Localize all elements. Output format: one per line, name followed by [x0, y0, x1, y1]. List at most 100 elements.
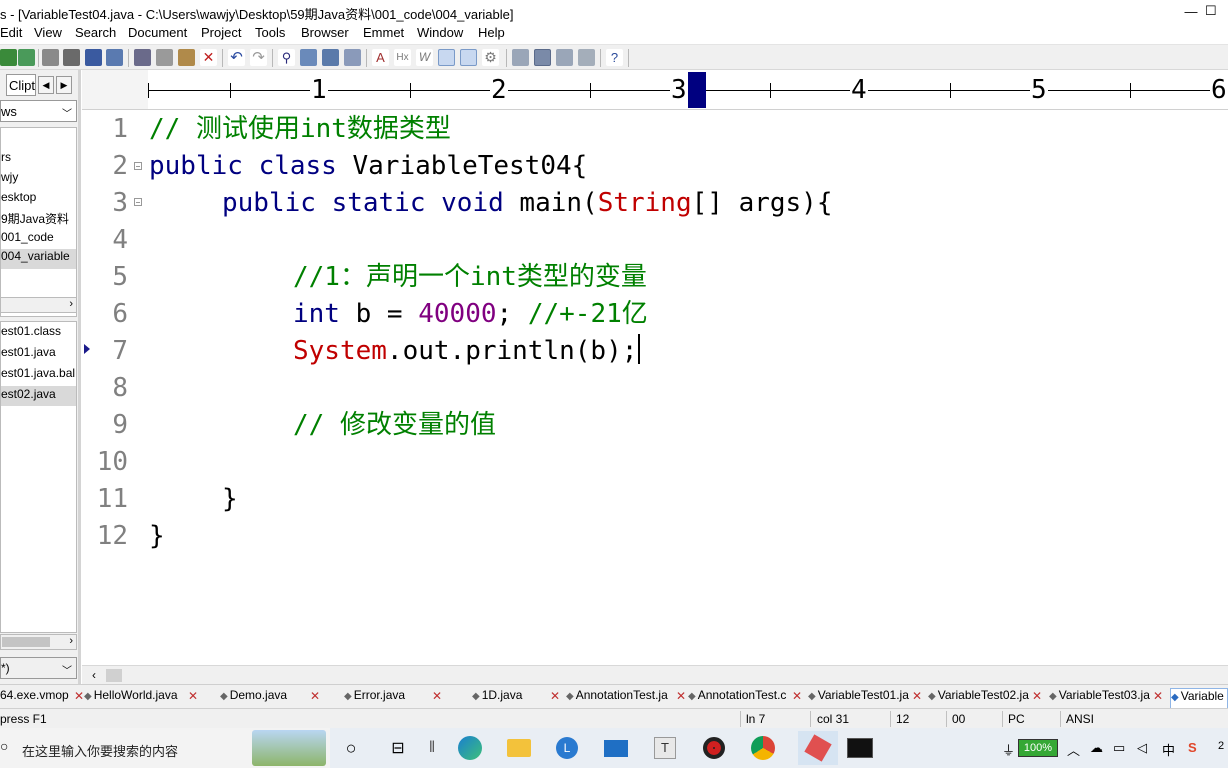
save-icon[interactable] [0, 49, 17, 66]
power-plug-icon[interactable]: ⏚ [1002, 740, 1015, 759]
paste-icon[interactable] [178, 49, 195, 66]
widgets-icon[interactable]: ⊟ [384, 734, 412, 762]
word-wrap-icon[interactable]: W [416, 49, 433, 66]
goto-icon[interactable] [344, 49, 361, 66]
menu-window[interactable]: Window [417, 25, 463, 40]
menu-tools[interactable]: Tools [255, 25, 285, 40]
network-icon[interactable]: ☁ [1090, 740, 1103, 756]
text-editor-icon[interactable]: T [651, 734, 679, 762]
chevron-right-icon[interactable]: › [69, 635, 73, 647]
terminal-icon[interactable] [846, 734, 874, 762]
menu-edit[interactable]: Edit [0, 25, 22, 40]
copy-icon[interactable] [156, 49, 173, 66]
panel-icon[interactable] [512, 49, 529, 66]
file-list-item[interactable]: est01.java [1, 345, 56, 359]
chevron-up-icon[interactable]: ︿ [1067, 740, 1080, 759]
clock-fragment[interactable]: 2 [1218, 740, 1224, 752]
document-tab-active[interactable]: ◆ Variable [1170, 688, 1228, 708]
close-icon[interactable]: ✕ [912, 689, 922, 703]
scroll-thumb[interactable] [2, 637, 50, 647]
document-tab[interactable]: ◆ 1D.java ✕ [472, 688, 564, 708]
mail-icon[interactable] [602, 734, 630, 762]
task-view-icon[interactable]: ○ [337, 734, 365, 762]
tab-cliptext[interactable]: Clipt [6, 74, 36, 96]
document-tab[interactable]: ◆ AnnotationTest.ja [566, 688, 686, 708]
menu-project[interactable]: Project [201, 25, 241, 40]
file-list-item[interactable]: est01.java.bal [1, 366, 75, 380]
document-tab[interactable]: ◆ Error.java ✕ [344, 688, 448, 708]
close-icon[interactable]: ✕ [188, 689, 198, 703]
tree-item[interactable]: wjy [1, 170, 18, 184]
document-tab[interactable]: ◆ HelloWorld.java ✕ [84, 688, 202, 708]
tree-item[interactable]: rs [1, 150, 11, 164]
replace-icon[interactable] [300, 49, 317, 66]
file-explorer-icon[interactable] [505, 734, 533, 762]
hex-icon[interactable]: Hx [394, 49, 411, 66]
document-tab[interactable]: ◆ Demo.java ✕ [220, 688, 326, 708]
save-all-icon[interactable] [18, 49, 35, 66]
sogou-icon[interactable]: S [1188, 740, 1197, 755]
tree-panel-icon[interactable] [534, 49, 551, 66]
file-list-item-selected[interactable]: est02.java [1, 386, 76, 406]
sync-icon[interactable] [106, 49, 123, 66]
code-editor[interactable]: 1 2 3 4 5 6 7 8 9 10 11 12 // 测试使用int数据类… [82, 111, 1228, 665]
output-panel-icon[interactable] [556, 49, 573, 66]
font-icon[interactable]: A [372, 49, 389, 66]
app-l-icon[interactable]: L [553, 734, 581, 762]
tree-item[interactable]: 001_code [1, 230, 54, 244]
menu-document[interactable]: Document [128, 25, 187, 40]
close-icon[interactable]: ✕ [1032, 689, 1042, 703]
chrome-icon[interactable] [749, 734, 777, 762]
maximize-button[interactable]: ☐ [1205, 0, 1228, 22]
document-tab[interactable]: ◆ VariableTest03.ja ✕ [1049, 688, 1167, 708]
close-icon[interactable]: ✕ [432, 689, 442, 703]
document-tab[interactable]: 64.exe.vmop ✕ [0, 688, 84, 708]
menu-view[interactable]: View [34, 25, 62, 40]
fold-toggle[interactable] [134, 198, 142, 206]
spellcheck-icon[interactable] [85, 49, 102, 66]
cut-icon[interactable] [134, 49, 151, 66]
record-icon[interactable] [700, 734, 728, 762]
menu-search[interactable]: Search [75, 25, 116, 40]
redo-icon[interactable]: ↷ [250, 49, 267, 66]
file-list-item[interactable]: est01.class [1, 324, 61, 338]
menu-browser[interactable]: Browser [301, 25, 349, 40]
print-preview-icon[interactable] [42, 49, 59, 66]
help-icon[interactable]: ? [606, 49, 623, 66]
file-list-hscroll[interactable]: › [0, 634, 77, 650]
taskbar-search[interactable]: ○ 在这里输入你要搜索的内容 [0, 728, 330, 768]
scroll-thumb[interactable] [106, 669, 122, 682]
editplus-icon[interactable] [798, 731, 838, 765]
tree-item[interactable]: 9期Java资料 [1, 210, 69, 227]
drive-combo[interactable]: ws ﹀ [0, 100, 77, 122]
find-icon[interactable]: ⚲ [278, 49, 295, 66]
volume-icon[interactable]: ◁ [1137, 740, 1147, 756]
fold-toggle[interactable] [134, 162, 142, 170]
ruler-toggle-icon[interactable] [438, 49, 455, 66]
editor-hscroll[interactable]: ‹ [82, 665, 1228, 684]
tab-prev-button[interactable]: ◀ [38, 76, 54, 94]
document-tab[interactable]: ◆ VariableTest02.ja ✕ [928, 688, 1046, 708]
delete-icon[interactable]: ✕ [200, 49, 217, 66]
document-tab[interactable]: ◆ VariableTest01.ja ✕ [808, 688, 926, 708]
filter-combo[interactable]: *) ﹀ [0, 657, 77, 679]
panel-splitter[interactable] [78, 70, 81, 684]
line-numbers-icon[interactable] [460, 49, 477, 66]
menu-help[interactable]: Help [478, 25, 505, 40]
close-icon[interactable]: ✕ [310, 689, 320, 703]
undo-icon[interactable]: ↶ [228, 49, 245, 66]
menu-emmet[interactable]: Emmet [363, 25, 404, 40]
close-icon[interactable]: ✕ [792, 689, 802, 703]
tree-item-selected[interactable]: 004_variable [1, 249, 76, 269]
battery-indicator[interactable]: 100% [1018, 739, 1058, 757]
close-icon[interactable]: ✕ [550, 689, 560, 703]
document-tab[interactable]: ◆ AnnotationTest.c ✕ [688, 688, 806, 708]
chevron-left-icon[interactable]: ‹ [92, 668, 96, 682]
edge-browser-icon[interactable] [456, 734, 484, 762]
ime-indicator[interactable]: 中 [1162, 740, 1175, 759]
chevron-right-icon[interactable]: › [69, 298, 73, 310]
tree-hscroll[interactable]: › [0, 297, 77, 313]
close-icon[interactable]: ✕ [74, 689, 84, 703]
close-icon[interactable]: ✕ [676, 689, 686, 703]
fullscreen-icon[interactable] [578, 49, 595, 66]
